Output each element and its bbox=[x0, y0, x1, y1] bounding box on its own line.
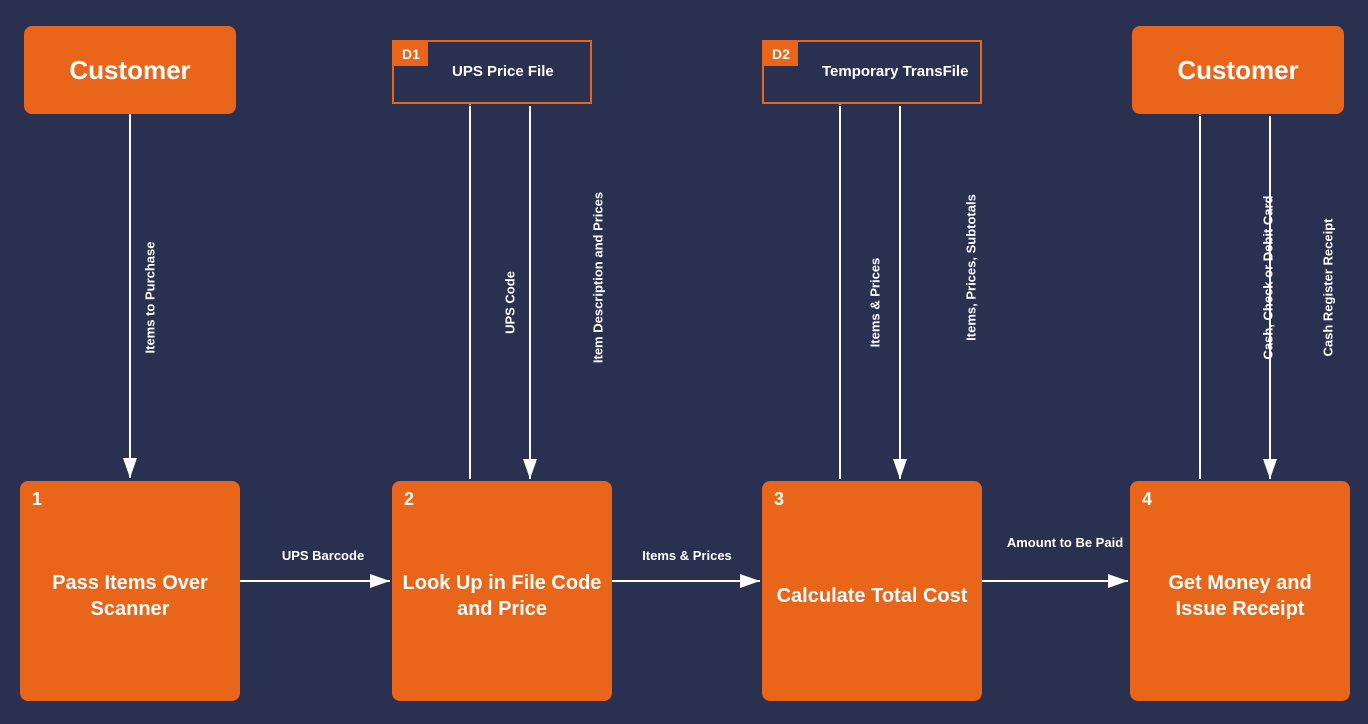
label-cash-receipt: Cash Register Receipt bbox=[1321, 178, 1336, 398]
label-items-prices-subtotals: Items, Prices, Subtotals bbox=[964, 148, 979, 388]
p1-number: 1 bbox=[32, 489, 42, 510]
process-3: 3 Calculate Total Cost bbox=[762, 481, 982, 701]
process-2: 2 Look Up in File Code and Price bbox=[392, 481, 612, 701]
entity-customer-right: Customer bbox=[1132, 26, 1344, 114]
datastore-d2: D2 Temporary TransFile bbox=[762, 40, 982, 104]
label-ups-code: UPS Code bbox=[503, 213, 518, 393]
label-amount-paid: Amount to Be Paid bbox=[990, 535, 1140, 551]
p1-label: Pass Items Over Scanner bbox=[20, 570, 240, 622]
process-1: 1 Pass Items Over Scanner bbox=[20, 481, 240, 701]
p2-number: 2 bbox=[404, 489, 414, 510]
diagram: Customer Customer D1 UPS Price File D2 T… bbox=[0, 0, 1368, 724]
label-items-prices-v: Items & Prices bbox=[868, 213, 883, 393]
label-cash-check: Cash, Check or Debit Card bbox=[1261, 158, 1276, 398]
d2-name: Temporary TransFile bbox=[814, 42, 980, 102]
p3-label: Calculate Total Cost bbox=[767, 583, 978, 609]
p4-number: 4 bbox=[1142, 489, 1152, 510]
p3-number: 3 bbox=[774, 489, 784, 510]
p4-label: Get Money and Issue Receipt bbox=[1130, 570, 1350, 622]
entity-customer-left: Customer bbox=[24, 26, 236, 114]
label-items-to-purchase: Items to Purchase bbox=[143, 208, 158, 388]
label-item-desc: Item Description and Prices bbox=[591, 158, 606, 398]
d1-name: UPS Price File bbox=[444, 42, 590, 102]
datastore-d1: D1 UPS Price File bbox=[392, 40, 592, 104]
d2-code: D2 bbox=[764, 42, 798, 66]
p2-label: Look Up in File Code and Price bbox=[392, 570, 612, 622]
process-4: 4 Get Money and Issue Receipt bbox=[1130, 481, 1350, 701]
d1-code: D1 bbox=[394, 42, 428, 66]
label-ups-barcode: UPS Barcode bbox=[258, 548, 388, 563]
label-items-prices-h: Items & Prices bbox=[622, 548, 752, 563]
